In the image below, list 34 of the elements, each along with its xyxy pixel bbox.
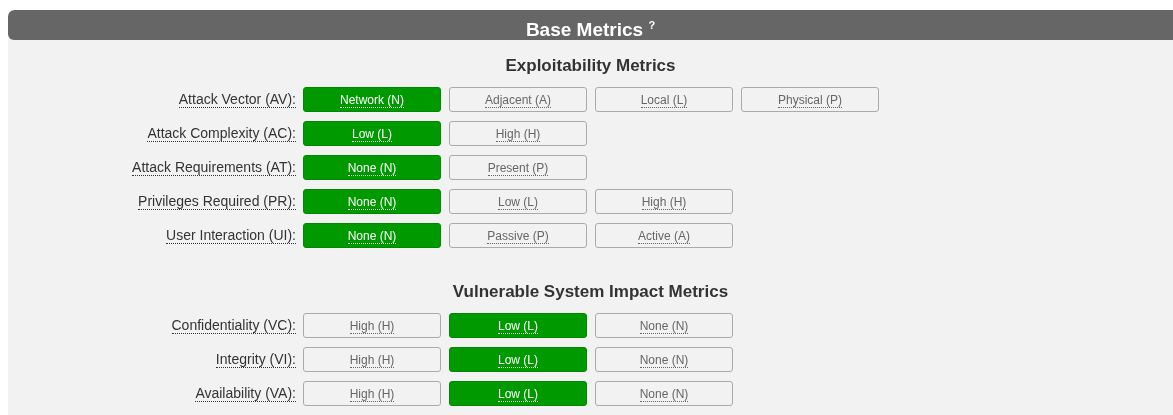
option-button[interactable]: Low (L) xyxy=(303,121,441,146)
metric-label: Attack Requirements (AT): xyxy=(132,159,296,176)
option-button[interactable]: Low (L) xyxy=(449,189,587,214)
panel-header: Base Metrics $^{?}$ xyxy=(8,10,1173,40)
option-button[interactable]: Present (P) xyxy=(449,155,587,180)
option-button[interactable]: Physical (P) xyxy=(741,87,879,112)
metric-label: Privileges Required (PR): xyxy=(138,193,296,210)
option-button[interactable]: None (N) xyxy=(303,223,441,248)
option-button[interactable]: Low (L) xyxy=(449,381,587,406)
metric-label: Confidentiality (VC): xyxy=(171,317,296,334)
option-button[interactable]: High (H) xyxy=(595,189,733,214)
metric-label: User Interaction (UI): xyxy=(166,227,296,244)
option-button[interactable]: None (N) xyxy=(595,313,733,338)
metric-label: Availability (VA): xyxy=(195,385,296,402)
option-button[interactable]: High (H) xyxy=(449,121,587,146)
section-title: Vulnerable System Impact Metrics xyxy=(451,281,730,303)
option-button[interactable]: Adjacent (A) xyxy=(449,87,587,112)
option-button[interactable]: Network (N) xyxy=(303,87,441,112)
option-button[interactable]: Passive (P) xyxy=(449,223,587,248)
option-button[interactable]: High (H) xyxy=(303,347,441,372)
option-button[interactable]: None (N) xyxy=(595,347,733,372)
metric-label: Attack Vector (AV): xyxy=(178,91,296,108)
option-button[interactable]: Active (A) xyxy=(595,223,733,248)
metric-label: Integrity (VI): xyxy=(215,351,296,368)
option-button[interactable]: Local (L) xyxy=(595,87,733,112)
option-button[interactable]: None (N) xyxy=(595,381,733,406)
metric-label: Attack Complexity (AC): xyxy=(147,125,296,142)
option-button[interactable]: None (N) xyxy=(303,189,441,214)
option-button[interactable]: High (H) xyxy=(303,313,441,338)
option-button[interactable]: High (H) xyxy=(303,381,441,406)
option-button[interactable]: None (N) xyxy=(303,155,441,180)
option-button[interactable]: Low (L) xyxy=(449,347,587,372)
option-button[interactable]: Low (L) xyxy=(449,313,587,338)
section-title: Exploitability Metrics xyxy=(504,55,677,77)
